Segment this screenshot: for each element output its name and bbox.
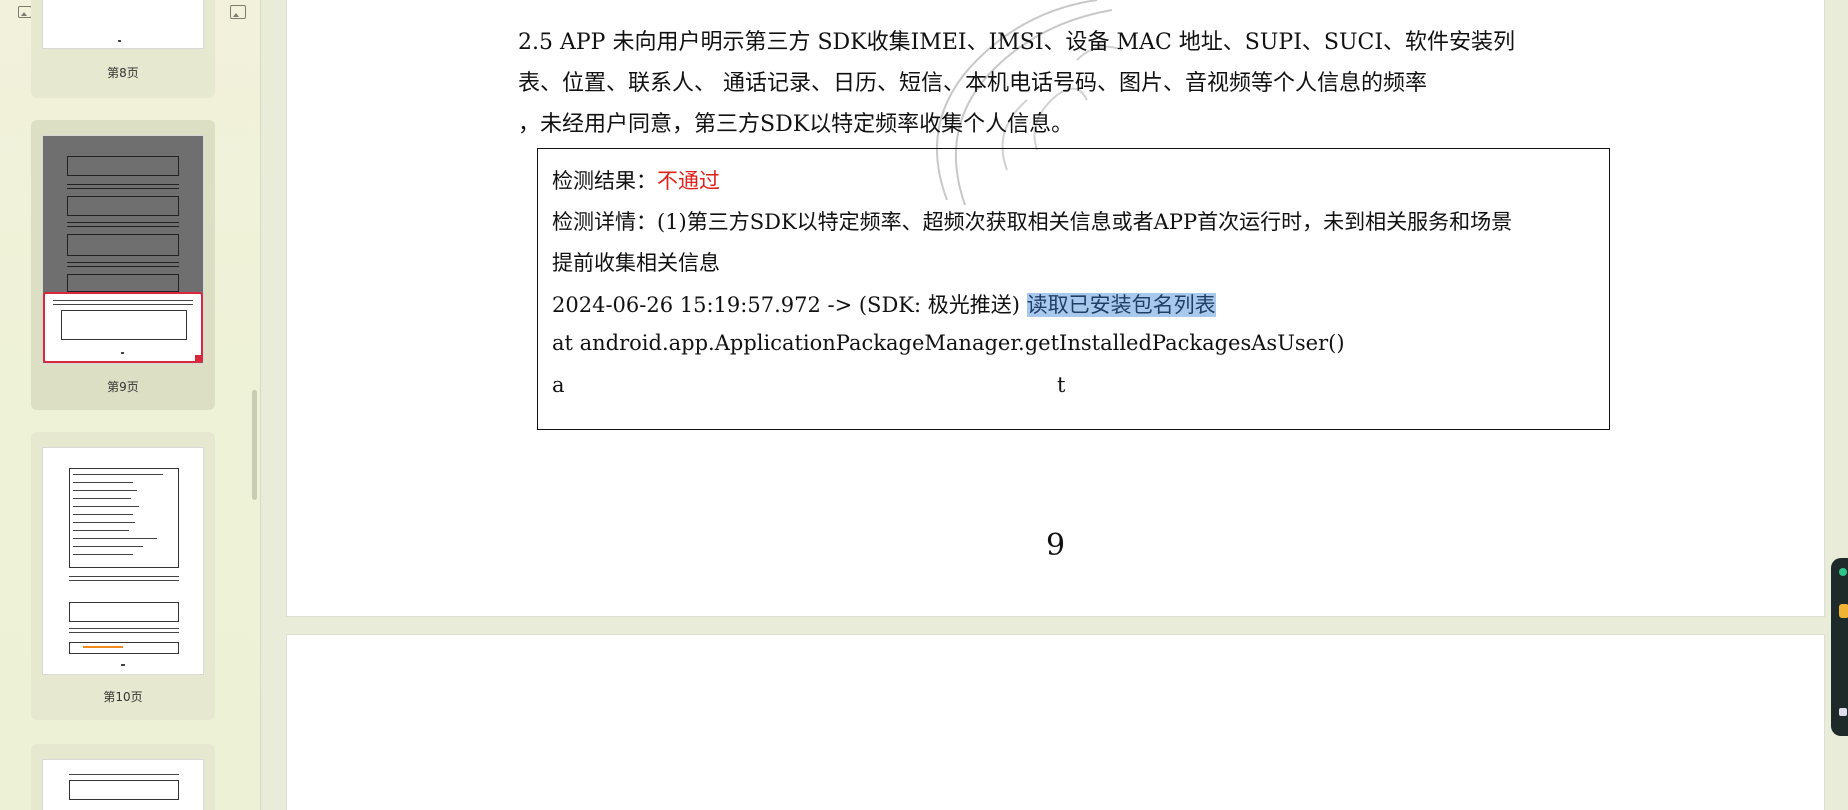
sidebar-scrollbar[interactable] xyxy=(252,390,257,500)
log-line: 2024-06-26 15:19:57.972 -> (SDK: 极光推送) 读… xyxy=(552,289,1216,319)
document-page-10 xyxy=(287,635,1824,810)
pdf-reader-window: 第8页 第9页 第10页 2.5 APP 未向用户明示第三方 SDK收集IMEI… xyxy=(0,0,1848,810)
stack-line: at android.app.ApplicationPackageManager… xyxy=(552,331,1345,355)
thumbnail-image xyxy=(43,136,203,363)
thumbnail-page-10[interactable]: 第10页 xyxy=(31,432,215,720)
thumbnail-page-11[interactable] xyxy=(31,744,215,810)
thumbnail-page-8[interactable]: 第8页 xyxy=(31,0,215,98)
detail-line: 提前收集相关信息 xyxy=(552,251,720,275)
detection-result-box: 检测结果：不通过 检测详情：(1)第三方SDK以特定频率、超频次获取相关信息或者… xyxy=(537,148,1610,430)
detail-line: 检测详情：(1)第三方SDK以特定频率、超频次获取相关信息或者APP首次运行时，… xyxy=(552,210,1513,234)
document-viewport[interactable]: 2.5 APP 未向用户明示第三方 SDK收集IMEI、IMSI、设备 MAC … xyxy=(261,0,1848,810)
selected-text[interactable]: 读取已安装包名列表 xyxy=(1026,293,1216,317)
thumbnail-label: 第8页 xyxy=(107,66,139,80)
thumbnail-image xyxy=(43,448,203,674)
floating-assistant-widget[interactable] xyxy=(1831,558,1848,736)
paragraph-line: 2.5 APP 未向用户明示第三方 SDK收集IMEI、IMSI、设备 MAC … xyxy=(518,30,1516,55)
thumbnail-label: 第9页 xyxy=(107,380,139,394)
result-line: 检测结果：不通过 xyxy=(552,165,720,195)
thumbnail-sidebar: 第8页 第9页 第10页 xyxy=(0,0,261,810)
thumbnail-image xyxy=(43,760,203,810)
trail-char-t: t xyxy=(1057,373,1066,397)
paragraph-line: 表、位置、联系人、 通话记录、日历、短信、本机电话号码、图片、音视频等个人信息的… xyxy=(518,71,1427,96)
thumbnail-image xyxy=(43,0,203,48)
result-status: 不通过 xyxy=(657,169,720,193)
page-number: 9 xyxy=(1045,528,1066,563)
paragraph-line: ，未经用户同意，第三方SDK以特定频率收集个人信息。 xyxy=(518,112,1074,137)
thumbnail-label: 第10页 xyxy=(103,690,143,704)
document-page-9: 2.5 APP 未向用户明示第三方 SDK收集IMEI、IMSI、设备 MAC … xyxy=(287,0,1824,616)
thumbnail-page-9[interactable]: 第9页 xyxy=(31,120,215,410)
result-label: 检测结果： xyxy=(552,169,657,193)
image-small-icon[interactable] xyxy=(18,6,32,18)
image-large-icon[interactable] xyxy=(230,5,246,19)
trail-char-a: a xyxy=(552,373,565,397)
section-paragraph: 2.5 APP 未向用户明示第三方 SDK收集IMEI、IMSI、设备 MAC … xyxy=(518,22,1598,145)
log-prefix: 2024-06-26 15:19:57.972 -> (SDK: 极光推送) xyxy=(552,293,1027,317)
